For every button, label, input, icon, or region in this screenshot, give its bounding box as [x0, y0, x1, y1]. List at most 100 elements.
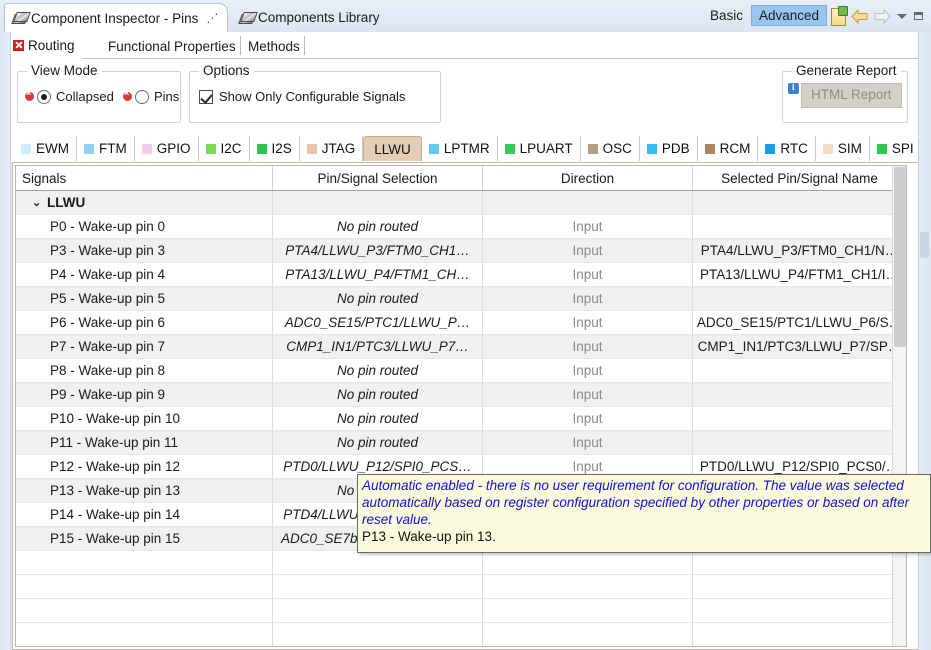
peripheral-tab-ewm[interactable]: EWM — [14, 136, 77, 161]
view-tab-component-inspector[interactable]: Component Inspector - Pins ⋰ — [4, 3, 228, 32]
component-inspector-window: Component Inspector - Pins ⋰ Components … — [0, 0, 931, 650]
peripheral-tab-llwu[interactable]: LLWU — [363, 136, 422, 161]
table-vertical-scrollbar[interactable] — [892, 166, 906, 646]
radio-label: Collapsed — [56, 89, 114, 104]
checkbox[interactable] — [199, 89, 213, 104]
cell-pin-signal-selection[interactable]: PTA4/LLWU_P3/FTM0_CH1… — [273, 239, 483, 263]
chevron-down-icon[interactable]: ⌄ — [32, 196, 43, 209]
tab-functional-properties[interactable]: Functional Properties — [101, 33, 243, 59]
column-header-signals[interactable]: Signals — [16, 166, 273, 190]
cell-empty — [483, 599, 693, 623]
table-row-empty[interactable] — [16, 551, 906, 575]
cell-empty — [16, 551, 273, 575]
peripheral-tab-sim[interactable]: SIM — [815, 136, 870, 161]
scrollbar-thumb[interactable] — [920, 232, 929, 258]
radio-button[interactable] — [135, 89, 149, 104]
column-header-direction[interactable]: Direction — [483, 166, 693, 190]
peripheral-tab-ftm[interactable]: FTM — [77, 136, 135, 161]
cell-direction: Input — [483, 335, 693, 359]
mode-button-advanced[interactable]: Advanced — [750, 5, 827, 26]
cell-selected-pin-signal-name — [693, 383, 906, 407]
peripheral-color-swatch — [704, 143, 715, 154]
table-row[interactable]: P7 - Wake-up pin 7 CMP1_IN1/PTC3/LLWU_P7…… — [16, 335, 906, 359]
radio-button[interactable] — [37, 89, 51, 104]
peripheral-color-swatch — [306, 143, 317, 154]
cell-empty — [16, 575, 273, 599]
cell-pin-signal-selection[interactable]: PTA13/LLWU_P4/FTM1_CH… — [273, 263, 483, 287]
cell-pin-signal-selection[interactable]: No pin routed — [273, 383, 483, 407]
table-row[interactable]: P11 - Wake-up pin 11 No pin routed Input — [16, 431, 906, 455]
peripheral-tab-spi[interactable]: SPI — [869, 136, 922, 161]
peripheral-tab-lpuart[interactable]: LPUART — [497, 136, 581, 161]
tab-routing[interactable]: Routing — [6, 33, 82, 59]
cell-pin-signal-selection[interactable]: ADC0_SE15/PTC1/LLWU_P… — [273, 311, 483, 335]
group-cell-blank — [483, 191, 693, 215]
column-header-pin-signal-selection[interactable]: Pin/Signal Selection — [273, 166, 483, 190]
cell-direction: Input — [483, 431, 693, 455]
peripheral-tab-strip: EWM FTM GPIO I2C I2S JTAG LLWU LPTMR LPUART OSC PD… — [0, 136, 931, 162]
back-arrow-icon[interactable] — [849, 5, 871, 27]
radio-pins[interactable]: Pins — [123, 89, 179, 104]
cell-empty — [693, 551, 906, 575]
cell-pin-signal-selection[interactable]: No pin routed — [273, 287, 483, 311]
scrollbar-thumb[interactable] — [894, 167, 906, 347]
table-row-empty[interactable] — [16, 599, 906, 623]
table-group-row-llwu[interactable]: ⌄ LLWU — [16, 191, 906, 215]
table-header-row: Signals Pin/Signal Selection Direction S… — [16, 166, 906, 191]
table-row-empty[interactable] — [16, 575, 906, 599]
tooltip-plain-text: P13 - Wake-up pin 13. — [362, 529, 496, 544]
peripheral-tab-label: FTM — [99, 141, 127, 156]
cell-pin-signal-selection[interactable]: No pin routed — [273, 359, 483, 383]
cell-empty — [273, 623, 483, 646]
cell-pin-signal-selection[interactable]: No pin routed — [273, 407, 483, 431]
table-row[interactable]: P10 - Wake-up pin 10 No pin routed Input — [16, 407, 906, 431]
peripheral-tab-rtc[interactable]: RTC — [758, 136, 816, 161]
view-tab-components-library[interactable]: Components Library — [232, 3, 422, 32]
error-decorator-icon — [123, 89, 132, 101]
table-row[interactable]: P8 - Wake-up pin 8 No pin routed Input — [16, 359, 906, 383]
table-row[interactable]: P6 - Wake-up pin 6 ADC0_SE15/PTC1/LLWU_P…… — [16, 311, 906, 335]
cell-signal: P5 - Wake-up pin 5 — [16, 287, 273, 311]
peripheral-tab-osc[interactable]: OSC — [580, 136, 640, 161]
column-header-selected-pin-signal-name[interactable]: Selected Pin/Signal Name — [693, 166, 906, 190]
cell-direction: Input — [483, 383, 693, 407]
table-row[interactable]: P0 - Wake-up pin 0 No pin routed Input — [16, 215, 906, 239]
checkbox-show-only-configurable-signals[interactable]: Show Only Configurable Signals — [199, 89, 405, 104]
cell-empty — [16, 599, 273, 623]
peripheral-tab-jtag[interactable]: JTAG — [299, 136, 364, 161]
group-cell[interactable]: ⌄ LLWU — [16, 191, 273, 215]
table-row[interactable]: P3 - Wake-up pin 3 PTA4/LLWU_P3/FTM0_CH1…… — [16, 239, 906, 263]
peripheral-tab-pdb[interactable]: PDB — [639, 136, 698, 161]
html-report-button[interactable]: HTML Report — [801, 83, 902, 108]
new-note-icon[interactable] — [827, 5, 849, 27]
group-label: LLWU — [47, 195, 86, 210]
peripheral-tab-i2s[interactable]: I2S — [249, 136, 300, 161]
radio-collapsed[interactable]: Collapsed — [25, 89, 114, 104]
cell-pin-signal-selection[interactable]: CMP1_IN1/PTC3/LLWU_P7… — [273, 335, 483, 359]
mode-button-basic[interactable]: Basic — [702, 5, 751, 26]
tab-methods[interactable]: Methods — [241, 33, 307, 59]
window-vertical-scrollbar[interactable] — [918, 32, 931, 650]
peripheral-tab-gpio[interactable]: GPIO — [134, 136, 199, 161]
close-icon[interactable]: ⋰ — [206, 12, 218, 24]
cell-signal: P11 - Wake-up pin 11 — [16, 431, 273, 455]
cell-pin-signal-selection[interactable]: No pin routed — [273, 431, 483, 455]
minimize-restore-icon[interactable] — [910, 5, 927, 27]
peripheral-tab-rcm[interactable]: RCM — [697, 136, 759, 161]
peripheral-tab-i2c[interactable]: I2C — [198, 136, 250, 161]
peripheral-tab-label: EWM — [36, 141, 69, 156]
peripheral-tab-lptmr[interactable]: LPTMR — [421, 136, 498, 161]
cell-signal: P9 - Wake-up pin 9 — [16, 383, 273, 407]
table-row[interactable]: P4 - Wake-up pin 4 PTA13/LLWU_P4/FTM1_CH…… — [16, 263, 906, 287]
table-row-empty[interactable] — [16, 623, 906, 646]
peripheral-color-swatch — [205, 143, 216, 154]
peripheral-tab-label: GPIO — [156, 141, 191, 156]
cell-pin-signal-selection[interactable]: No pin routed — [273, 215, 483, 239]
peripheral-color-swatch — [141, 143, 152, 154]
cell-empty — [483, 575, 693, 599]
tooltip: Automatic enabled - there is no user req… — [357, 474, 931, 553]
table-row[interactable]: P9 - Wake-up pin 9 No pin routed Input — [16, 383, 906, 407]
options-panel: View Mode Collapsed Pins Options Show On… — [0, 59, 931, 136]
table-row[interactable]: P5 - Wake-up pin 5 No pin routed Input — [16, 287, 906, 311]
view-menu-icon[interactable] — [893, 5, 910, 27]
